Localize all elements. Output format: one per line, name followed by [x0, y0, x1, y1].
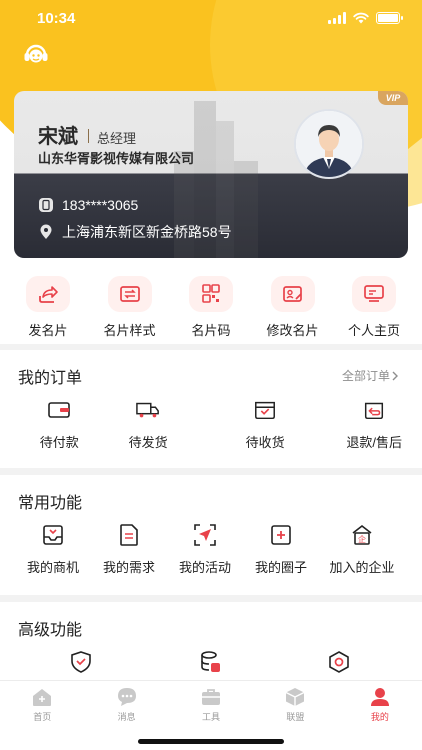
quick-actions: 发名片 名片样式 名片码 修改名片 个人主页	[0, 268, 422, 344]
shield-icon	[69, 650, 93, 674]
edit-card-button[interactable]: 修改名片	[254, 268, 332, 344]
orders-title: 我的订单	[18, 370, 83, 387]
tab-home[interactable]: 首页	[0, 681, 84, 750]
send-card-button[interactable]: 发名片	[9, 268, 87, 344]
wifi-icon	[353, 12, 369, 24]
advanced-item-2[interactable]	[162, 650, 258, 674]
wallet-icon	[47, 398, 71, 422]
database-icon	[198, 650, 222, 674]
common-title: 常用功能	[18, 495, 83, 512]
my-activities-button[interactable]: 我的活动	[168, 523, 242, 576]
my-orders-section: 我的订单 全部订单 待付款 待发货 待收货 退款/售后	[0, 350, 422, 468]
svg-text:企: 企	[358, 534, 366, 544]
phone-number: 183****3065	[62, 197, 139, 213]
truck-icon	[136, 398, 160, 422]
phone-icon	[39, 198, 53, 212]
joined-enterprises-button[interactable]: 企 加入的企业	[320, 523, 404, 576]
send-icon	[193, 523, 217, 547]
chevron-right-icon	[392, 371, 398, 380]
status-icons	[328, 12, 403, 24]
home-indicator	[138, 739, 284, 744]
personal-homepage-button[interactable]: 个人主页	[335, 268, 413, 344]
name-row: 宋斌 总经理	[38, 120, 136, 149]
name-divider	[88, 129, 89, 143]
address-row[interactable]: 上海浦东新区新金桥路58号	[38, 222, 232, 242]
inbox-icon	[41, 523, 65, 547]
signal-icon	[328, 12, 346, 24]
avatar[interactable]	[294, 109, 364, 179]
card-company: 山东华胥影视传媒有限公司	[38, 151, 195, 166]
pending-receive-button[interactable]: 待收货	[208, 398, 323, 451]
my-needs-button[interactable]: 我的需求	[92, 523, 166, 576]
home-icon	[31, 686, 53, 708]
common-functions-section: 常用功能 我的商机 我的需求 我的活动 我的圈子 企 加入的企业	[0, 475, 422, 595]
advanced-item-1[interactable]	[0, 650, 162, 674]
tab-mine[interactable]: 我的	[338, 681, 422, 750]
common-grid: 我的商机 我的需求 我的活动 我的圈子 企 加入的企业	[0, 523, 422, 576]
business-card[interactable]: VIP 宋斌 总经理 山东华胥影视传媒有限公司 183****3065 上海浦东…	[14, 91, 408, 258]
advanced-title: 高级功能	[18, 622, 83, 639]
my-opportunities-button[interactable]: 我的商机	[16, 523, 90, 576]
battery-icon	[376, 12, 403, 24]
toolbox-icon	[200, 686, 222, 708]
status-bar: 10:34	[0, 0, 422, 40]
address-text: 上海浦东新区新金桥路58号	[62, 224, 232, 240]
qrcode-icon	[189, 276, 233, 312]
pending-payment-button[interactable]: 待付款	[0, 398, 119, 451]
box-icon	[253, 398, 277, 422]
homepage-icon	[352, 276, 396, 312]
plus-square-icon	[269, 523, 293, 547]
enterprise-icon: 企	[350, 523, 374, 547]
message-icon	[116, 686, 138, 708]
hexagon-icon	[327, 650, 351, 674]
card-style-icon	[107, 276, 152, 312]
card-job-title: 总经理	[97, 131, 137, 146]
advanced-grid	[0, 650, 422, 674]
cube-icon	[284, 686, 306, 708]
advanced-functions-section: 高级功能	[0, 602, 422, 680]
return-icon	[362, 398, 386, 422]
refund-aftersale-button[interactable]: 退款/售后	[326, 398, 422, 451]
person-avatar-icon	[296, 111, 362, 177]
all-orders-link[interactable]: 全部订单	[342, 367, 400, 384]
card-name: 宋斌	[38, 126, 78, 148]
location-icon	[40, 224, 52, 239]
my-circles-button[interactable]: 我的圈子	[244, 523, 318, 576]
pending-ship-button[interactable]: 待发货	[119, 398, 178, 451]
advanced-item-3[interactable]	[258, 650, 420, 674]
user-icon	[369, 686, 391, 708]
card-qrcode-button[interactable]: 名片码	[172, 268, 250, 344]
orders-grid: 待付款 待发货 待收货 退款/售后	[0, 398, 422, 451]
edit-card-icon	[270, 276, 315, 312]
vip-badge: VIP	[378, 91, 408, 105]
status-time: 10:34	[37, 10, 76, 27]
document-icon	[117, 523, 141, 547]
card-style-button[interactable]: 名片样式	[91, 268, 169, 344]
customer-service-icon[interactable]	[22, 40, 50, 68]
share-icon	[26, 276, 70, 312]
phone-row[interactable]: 183****3065	[38, 197, 138, 213]
